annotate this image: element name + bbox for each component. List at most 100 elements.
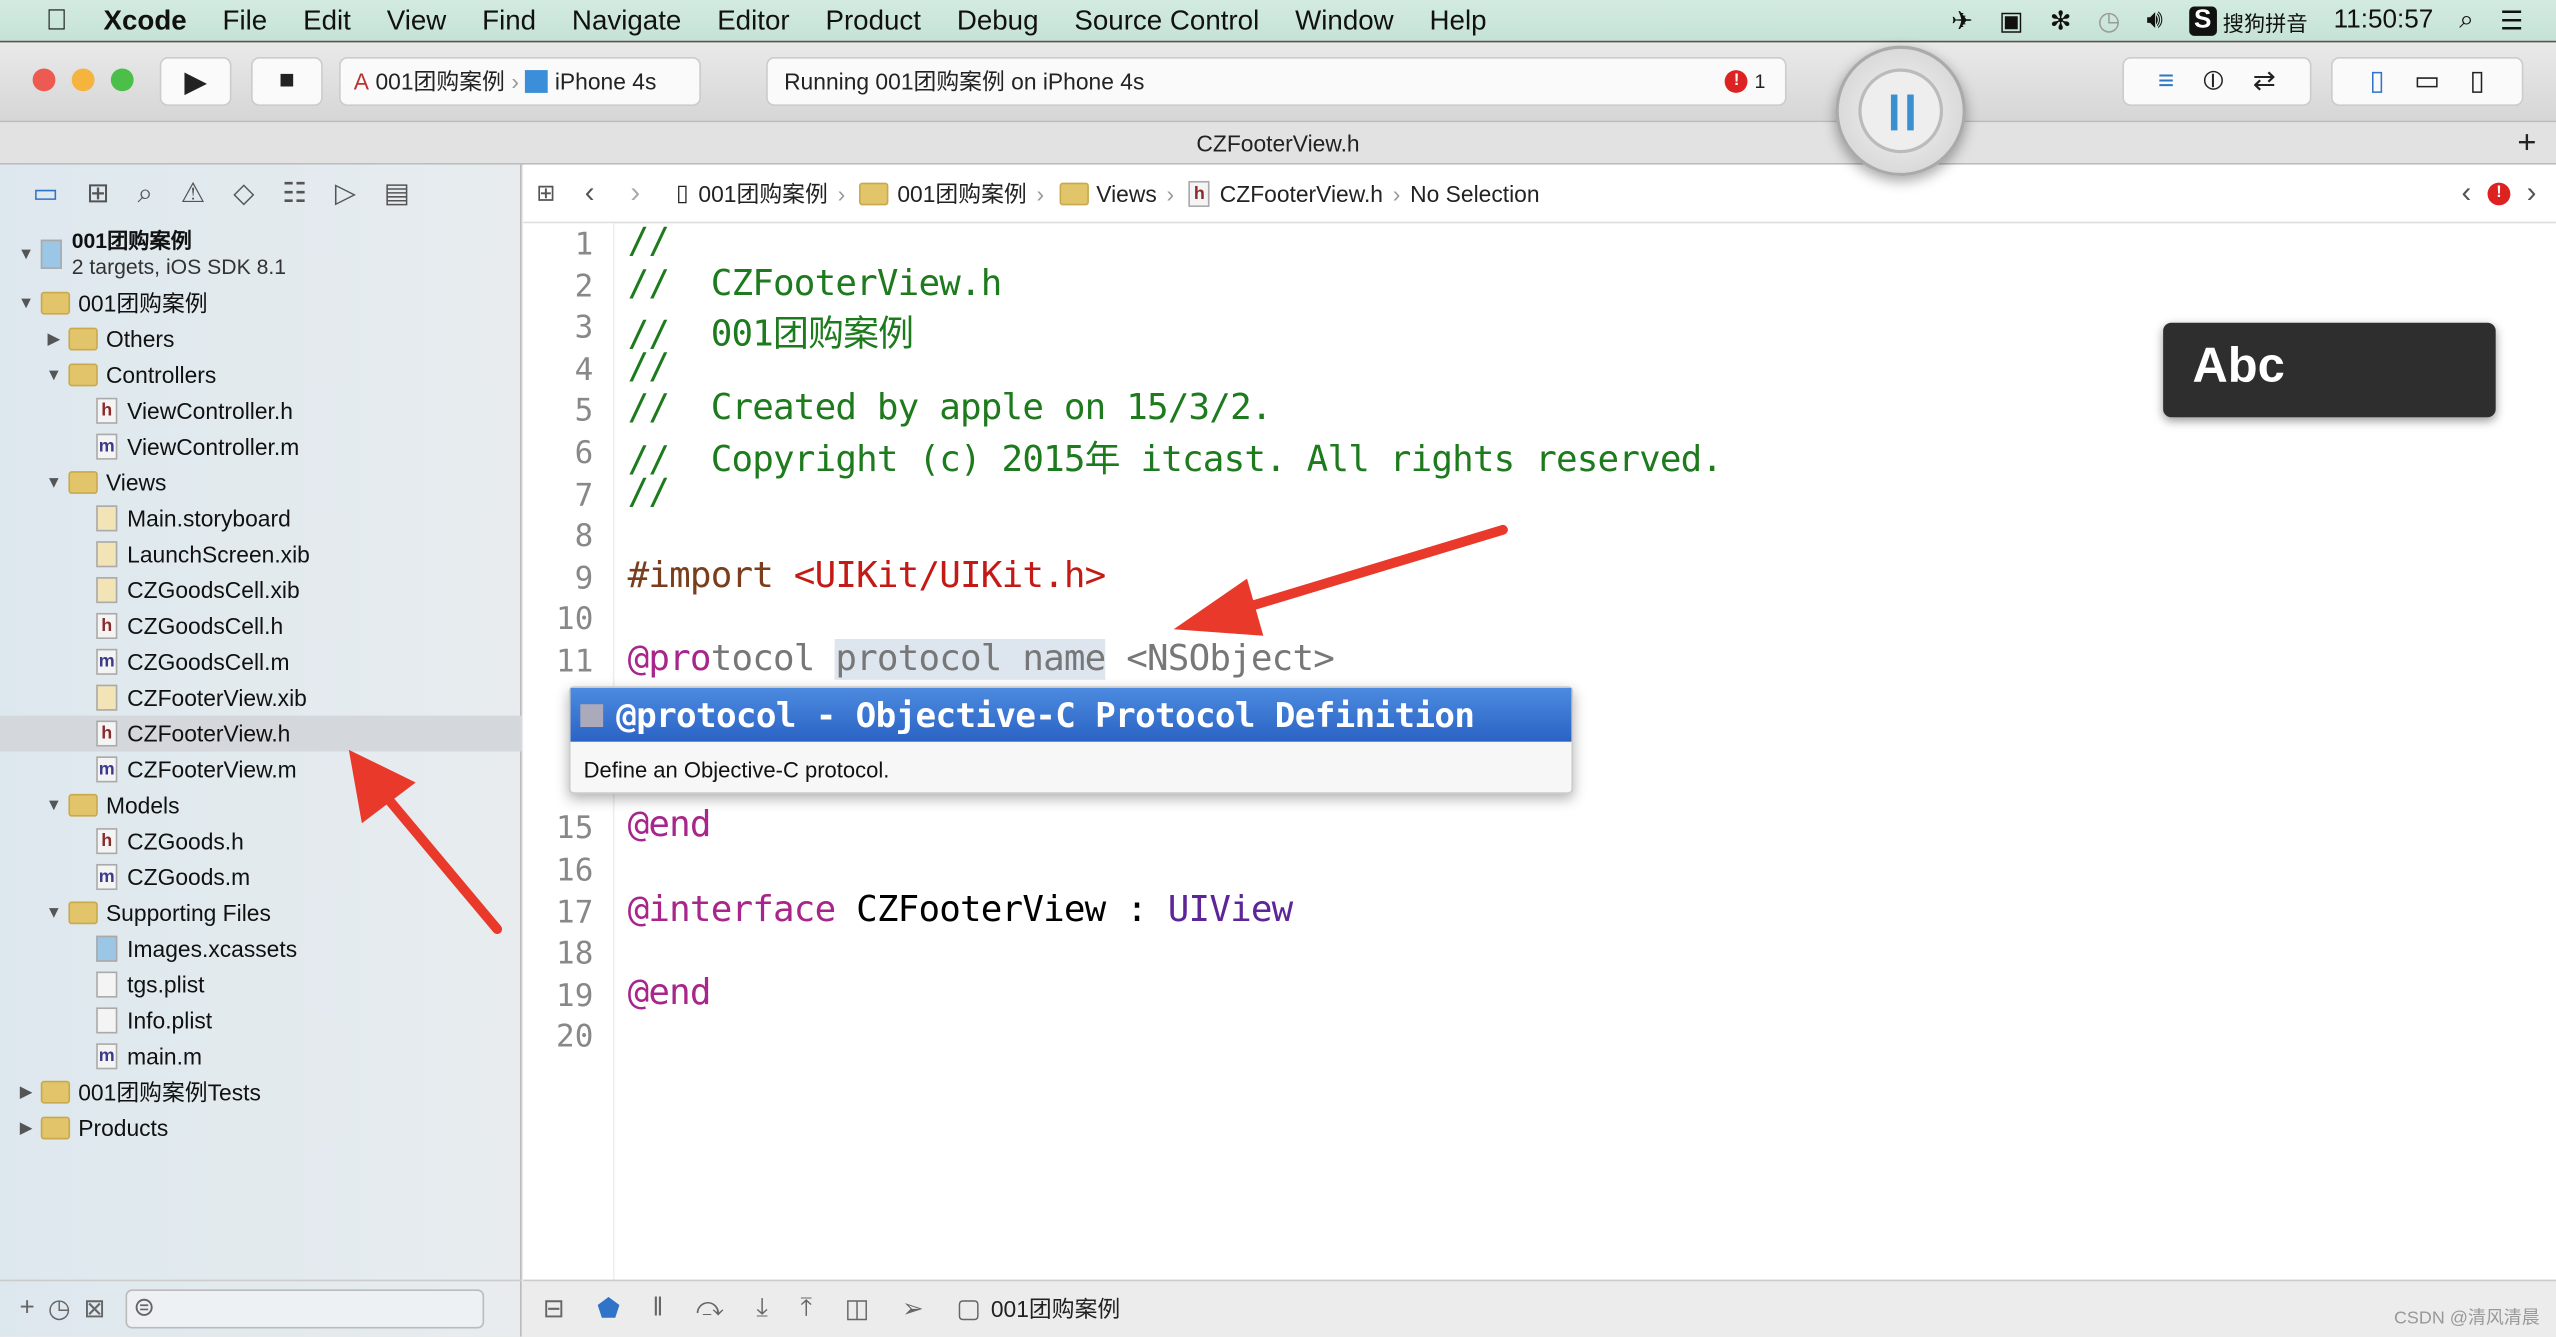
tree-group[interactable]: ▶ 001团购案例Tests bbox=[0, 1074, 522, 1110]
standard-editor-icon[interactable]: ≡ bbox=[2158, 65, 2174, 98]
input-method-icon[interactable]: S bbox=[2189, 6, 2217, 36]
tree-file[interactable]: Main.storyboard bbox=[0, 500, 522, 536]
utilities-toggle-icon[interactable]: ▯ bbox=[2470, 65, 2485, 98]
back-button[interactable]: ‹ bbox=[585, 176, 595, 210]
code-line[interactable]: @end bbox=[628, 806, 712, 847]
volume-icon[interactable]: 🔊︎ bbox=[2147, 7, 2163, 36]
step-into-icon[interactable]: ⤓ bbox=[756, 1294, 768, 1323]
view-hierarchy-icon[interactable]: ◫ bbox=[845, 1293, 870, 1326]
debug-navigator-icon[interactable]: ☷ bbox=[282, 178, 307, 211]
disclosure-open-icon[interactable]: ▼ bbox=[44, 474, 64, 492]
disclosure-open-icon[interactable]: ▼ bbox=[16, 245, 36, 263]
location-icon[interactable]: ➢ bbox=[902, 1293, 924, 1326]
pause-continue-icon[interactable]: ‖ bbox=[653, 1294, 664, 1323]
jump-item-project[interactable]: 001团购案例 bbox=[698, 177, 827, 210]
screen-record-icon[interactable]: ▣ bbox=[1999, 5, 2024, 38]
error-indicator[interactable]: ! 1 bbox=[1725, 70, 1765, 93]
tree-file[interactable]: h CZGoodsCell.h bbox=[0, 608, 522, 644]
jump-item-views[interactable]: Views bbox=[1096, 180, 1156, 206]
source-control-filter-icon[interactable]: ⊠ bbox=[84, 1293, 106, 1326]
breakpoints-toggle-icon[interactable]: ⬟ bbox=[597, 1293, 620, 1326]
project-navigator-icon[interactable]: ▭ bbox=[33, 178, 59, 211]
issue-icon[interactable]: ! bbox=[2487, 181, 2511, 205]
tree-file[interactable]: Info.plist bbox=[0, 1003, 522, 1039]
disclosure-closed-icon[interactable]: ▶ bbox=[44, 330, 64, 348]
code-line[interactable]: // CZFooterView.h bbox=[628, 263, 1003, 304]
menu-view[interactable]: View bbox=[387, 4, 447, 37]
tree-file[interactable]: CZFooterView.xib bbox=[0, 680, 522, 716]
tree-file[interactable]: tgs.plist bbox=[0, 967, 522, 1003]
menu-edit[interactable]: Edit bbox=[303, 4, 351, 37]
tree-group[interactable]: ▼ 001团购案例 bbox=[0, 285, 522, 321]
menu-navigate[interactable]: Navigate bbox=[572, 4, 681, 37]
code-line[interactable]: // Created by apple on 15/3/2. bbox=[628, 389, 1273, 430]
disclosure-open-icon[interactable]: ▼ bbox=[16, 294, 36, 312]
issue-navigator-icon[interactable]: ⚠ bbox=[181, 178, 206, 211]
previous-issue-button[interactable]: ‹ bbox=[2461, 176, 2471, 210]
find-navigator-icon[interactable]: ⌕ bbox=[137, 178, 153, 211]
disclosure-open-icon[interactable]: ▼ bbox=[44, 904, 64, 922]
tree-file[interactable]: m CZGoods.m bbox=[0, 859, 522, 895]
jump-item-group[interactable]: 001团购案例 bbox=[897, 177, 1026, 210]
clock[interactable]: 11:50:57 bbox=[2334, 7, 2434, 36]
completion-item-selected[interactable]: @protocol - Objective-C Protocol Definit… bbox=[570, 687, 1572, 742]
tree-file[interactable]: h ViewController.h bbox=[0, 393, 522, 429]
next-issue-button[interactable]: › bbox=[2527, 176, 2537, 210]
tree-file[interactable]: CZGoodsCell.xib bbox=[0, 572, 522, 608]
code-line[interactable]: #import <UIKit/UIKit.h> bbox=[628, 556, 1107, 597]
step-out-icon[interactable]: ⤒ bbox=[801, 1294, 813, 1323]
assistant-editor-icon[interactable]: ⦶ bbox=[2203, 65, 2223, 98]
apple-menu-icon[interactable]:  bbox=[46, 3, 68, 37]
menu-product[interactable]: Product bbox=[825, 4, 921, 37]
debug-area-toggle-icon[interactable]: ▭ bbox=[2414, 65, 2440, 98]
menu-window[interactable]: Window bbox=[1295, 4, 1394, 37]
tree-group[interactable]: ▶ Products bbox=[0, 1110, 522, 1146]
debug-target[interactable]: 001团购案例 bbox=[991, 1293, 1120, 1326]
jump-item-file[interactable]: CZFooterView.h bbox=[1220, 180, 1383, 206]
code-line[interactable]: // bbox=[628, 222, 670, 263]
tree-file[interactable]: m ViewController.m bbox=[0, 429, 522, 465]
pause-recording-button[interactable] bbox=[1835, 45, 1966, 177]
run-button[interactable]: ▶ bbox=[159, 57, 232, 106]
code-line[interactable]: // 001团购案例 bbox=[628, 305, 914, 357]
code-line[interactable]: // bbox=[628, 347, 670, 388]
related-items-icon[interactable]: ⊞ bbox=[536, 179, 555, 207]
test-navigator-icon[interactable]: ◇ bbox=[233, 178, 254, 211]
tree-file[interactable]: m main.m bbox=[0, 1038, 522, 1074]
tree-file[interactable]: LaunchScreen.xib bbox=[0, 536, 522, 572]
navigator-toggle-icon[interactable]: ▯ bbox=[2370, 65, 2385, 98]
input-method-label[interactable]: 搜狗拼音 bbox=[2223, 6, 2308, 37]
menu-file[interactable]: File bbox=[223, 4, 268, 37]
hide-debug-area-icon[interactable]: ⊟ bbox=[543, 1293, 565, 1326]
add-icon[interactable]: + bbox=[20, 1294, 35, 1323]
bluetooth-icon[interactable]: ✻ bbox=[2050, 5, 2072, 38]
code-line[interactable]: // bbox=[628, 472, 670, 513]
time-machine-icon[interactable]: ◷ bbox=[2098, 5, 2121, 38]
disclosure-closed-icon[interactable]: ▶ bbox=[16, 1119, 36, 1137]
tree-group[interactable]: ▼ Models bbox=[0, 787, 522, 823]
close-window-button[interactable] bbox=[32, 68, 56, 92]
code-line[interactable]: // Copyright (c) 2015年 itcast. All right… bbox=[628, 430, 1723, 482]
code-line[interactable]: @end bbox=[628, 973, 712, 1014]
jump-item-symbol[interactable]: No Selection bbox=[1410, 180, 1539, 206]
version-editor-icon[interactable]: ⇄ bbox=[2253, 65, 2276, 98]
filter-input[interactable]: ⊜ bbox=[125, 1289, 484, 1329]
tree-file[interactable]: m CZFooterView.m bbox=[0, 751, 522, 787]
tree-group[interactable]: ▼ Supporting Files bbox=[0, 895, 522, 931]
symbol-navigator-icon[interactable]: ⊞ bbox=[86, 178, 109, 211]
tree-group[interactable]: ▶ Others bbox=[0, 321, 522, 357]
menu-source-control[interactable]: Source Control bbox=[1074, 4, 1259, 37]
recent-files-icon[interactable]: ◷ bbox=[48, 1293, 71, 1326]
code-line[interactable]: @protocol protocol name <NSObject> bbox=[628, 638, 1335, 680]
scheme-selector[interactable]: A 001团购案例 › iPhone 4s bbox=[339, 57, 701, 106]
menu-find[interactable]: Find bbox=[482, 4, 536, 37]
tree-group[interactable]: ▼ Controllers bbox=[0, 357, 522, 393]
project-root[interactable]: ▼ 001团购案例 2 targets, iOS SDK 8.1 bbox=[0, 227, 522, 282]
stop-button[interactable]: ■ bbox=[251, 57, 323, 106]
menu-editor[interactable]: Editor bbox=[717, 4, 789, 37]
disclosure-closed-icon[interactable]: ▶ bbox=[16, 1083, 36, 1101]
notification-center-icon[interactable]: ☰ bbox=[2500, 5, 2523, 38]
breakpoint-navigator-icon[interactable]: ▷ bbox=[335, 178, 356, 211]
tab-czfooterview-h[interactable]: CZFooterView.h bbox=[1196, 130, 1359, 156]
code-line[interactable]: @interface CZFooterView : UIView bbox=[628, 889, 1294, 930]
